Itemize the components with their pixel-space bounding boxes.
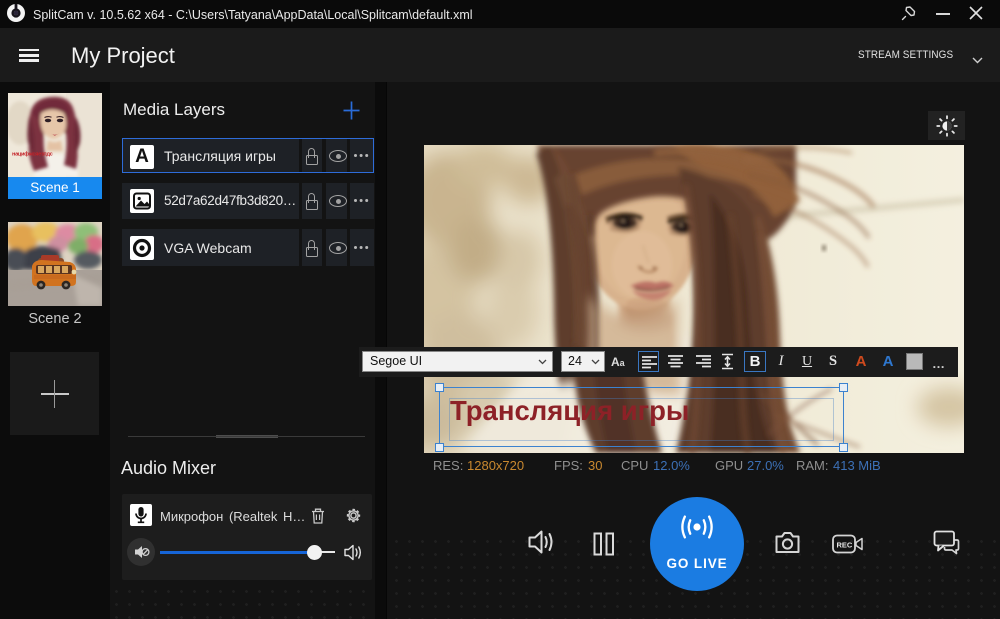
svg-text:нацифжсяезпдс: нацифжсяезпдс [12,151,53,158]
svg-text:REC: REC [837,541,853,550]
